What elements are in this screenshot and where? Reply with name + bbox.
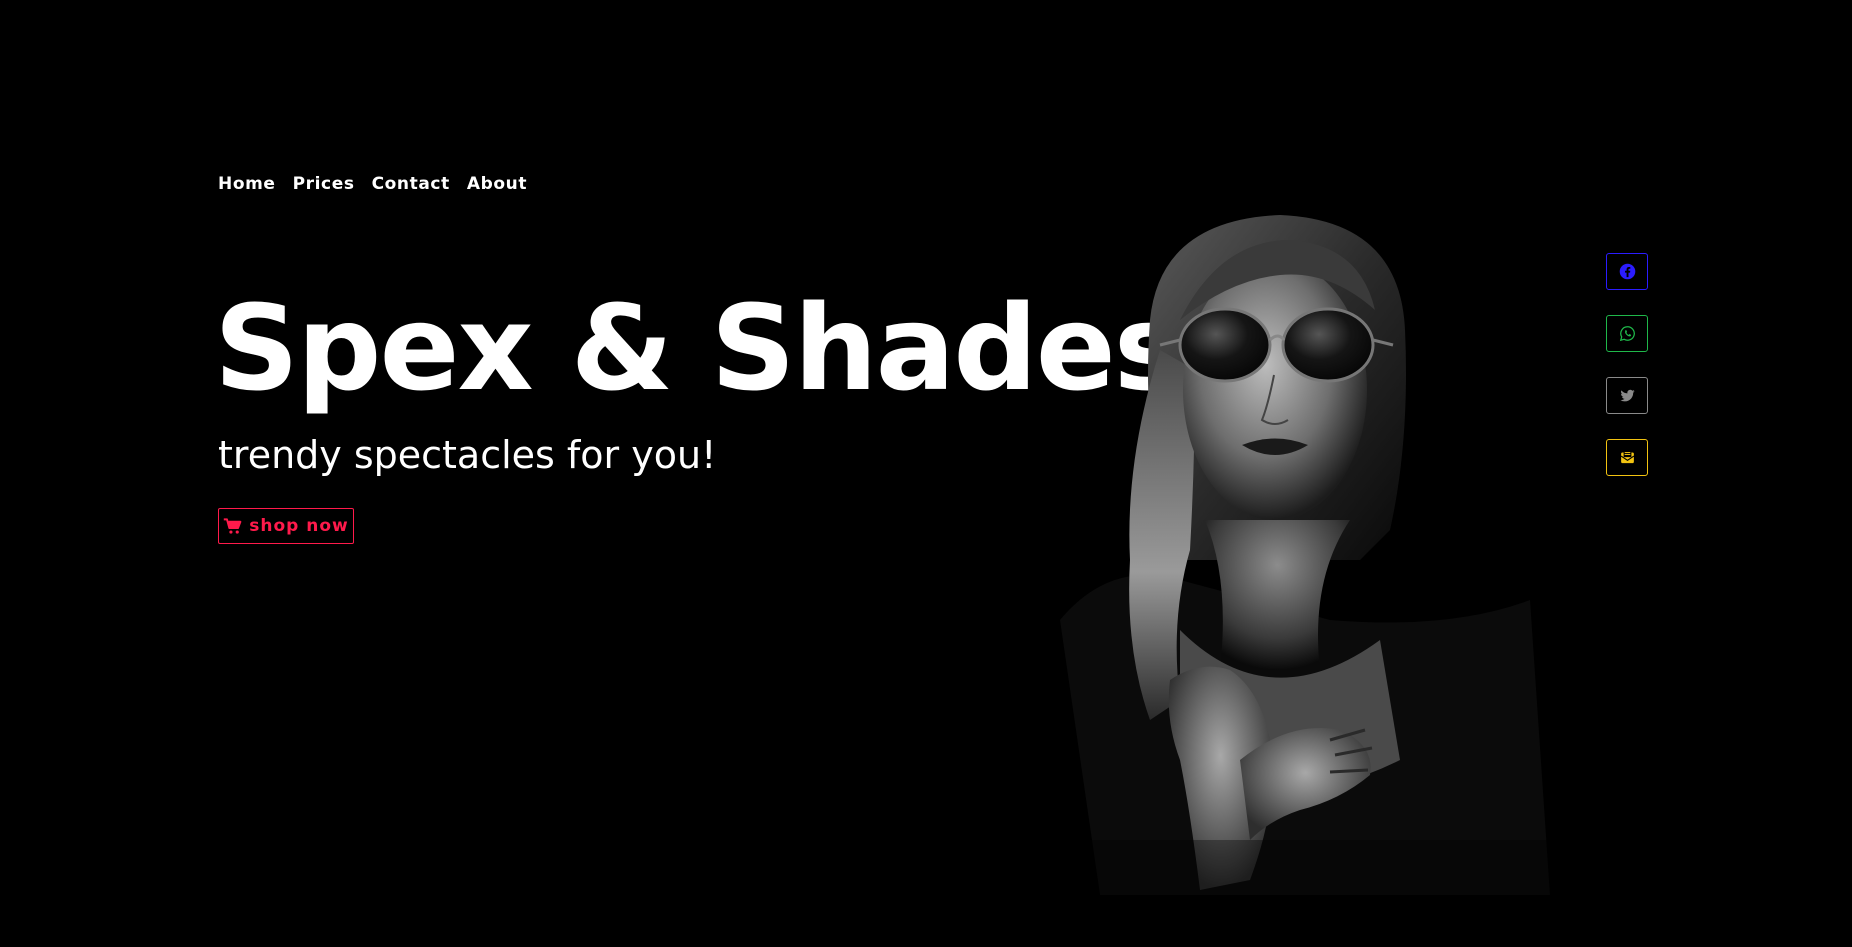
hero-subtitle: trendy spectacles for you! <box>218 433 717 477</box>
shop-now-button[interactable]: shop now <box>218 508 354 544</box>
social-links <box>1606 253 1648 476</box>
nav-home-link[interactable]: Home <box>218 174 276 194</box>
mail-icon <box>1620 450 1634 464</box>
nav-about-link[interactable]: About <box>467 174 527 194</box>
hero-photo <box>1030 200 1550 895</box>
shop-now-label: shop now <box>249 516 349 536</box>
whatsapp-button[interactable] <box>1606 315 1648 352</box>
facebook-icon <box>1619 263 1635 280</box>
twitter-button[interactable] <box>1606 377 1648 414</box>
nav-prices-link[interactable]: Prices <box>293 174 355 194</box>
facebook-button[interactable] <box>1606 253 1648 290</box>
whatsapp-icon <box>1619 326 1635 342</box>
main-nav: Home Prices Contact About <box>218 174 527 194</box>
email-button[interactable] <box>1606 439 1648 476</box>
nav-contact-link[interactable]: Contact <box>372 174 450 194</box>
twitter-icon <box>1619 389 1635 402</box>
cart-icon <box>224 517 242 534</box>
